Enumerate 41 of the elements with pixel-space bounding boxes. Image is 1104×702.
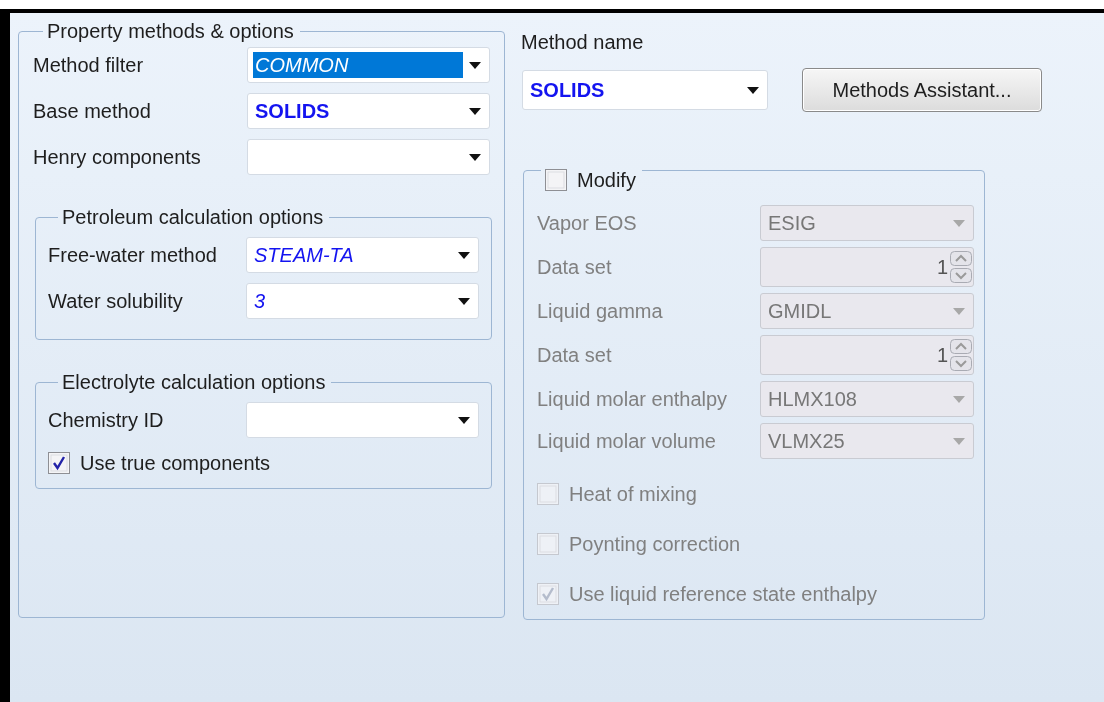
field-label: Liquid molar enthalpy	[537, 387, 729, 411]
caret-icon	[469, 107, 481, 115]
field-label: Water solubility	[48, 289, 184, 313]
checkbox[interactable]	[48, 452, 70, 474]
group-title: Electrolyte calculation options	[62, 370, 326, 394]
field-label: Base method	[33, 99, 152, 123]
field-label: Free-water method	[48, 243, 218, 267]
dropdown[interactable]: COMMON	[247, 47, 490, 83]
field-label: Data set	[537, 255, 613, 279]
group-title: Property methods & options	[47, 19, 294, 43]
checkbox-label: Modify	[577, 168, 636, 192]
caret-icon	[953, 395, 965, 403]
dropdown[interactable]: 3	[246, 283, 479, 319]
field-label: Method name	[521, 30, 645, 54]
field-label: Method filter	[33, 53, 145, 77]
field-label: Data set	[537, 343, 613, 367]
caret-icon	[953, 307, 965, 315]
field-label: Henry components	[33, 145, 202, 169]
field-label: Vapor EOS	[537, 211, 638, 235]
caret-icon	[458, 416, 470, 424]
caret-icon	[469, 61, 481, 69]
field-label: Chemistry ID	[48, 408, 165, 432]
caret-icon	[458, 251, 470, 259]
caret-icon	[458, 297, 470, 305]
dropdown[interactable]: STEAM-TA	[246, 237, 479, 273]
caret-icon	[747, 86, 759, 94]
caret-icon	[469, 153, 481, 161]
group-title: Petroleum calculation options	[62, 205, 324, 229]
dropdown[interactable]	[247, 139, 490, 175]
dropdown[interactable]	[246, 402, 479, 438]
checkbox-label: Poynting correction	[569, 532, 741, 556]
dropdown[interactable]: SOLIDS	[522, 70, 768, 110]
field-label: Liquid molar volume	[537, 429, 717, 453]
checkbox-label: Use liquid reference state enthalpy	[569, 582, 877, 606]
caret-icon	[953, 437, 965, 445]
dropdown[interactable]: SOLIDS	[247, 93, 490, 129]
field-label: Liquid gamma	[537, 299, 664, 323]
caret-icon	[953, 219, 965, 227]
checkbox-label: Use true components	[80, 451, 271, 475]
checkbox-label: Heat of mixing	[569, 482, 697, 506]
assistant-button[interactable]: Methods Assistant...	[802, 68, 1042, 112]
